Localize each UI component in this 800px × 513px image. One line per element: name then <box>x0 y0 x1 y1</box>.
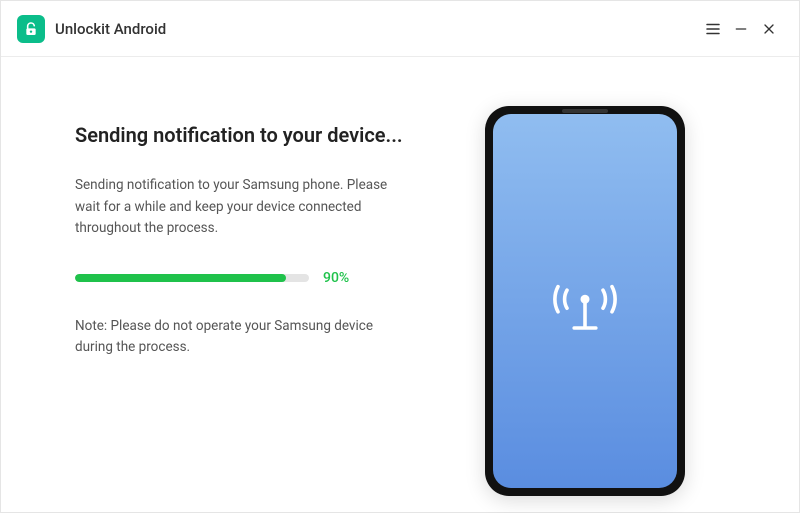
titlebar: Unlockit Android <box>1 1 799 57</box>
page-heading: Sending notification to your device... <box>75 123 435 147</box>
close-icon <box>761 21 777 37</box>
progress-track <box>75 274 309 282</box>
app-title: Unlockit Android <box>55 20 166 38</box>
signal-antenna-icon <box>540 256 630 346</box>
minimize-icon <box>733 21 749 37</box>
app-logo <box>17 15 45 43</box>
info-panel: Sending notification to your device... S… <box>75 101 435 472</box>
progress-bar: 90% <box>75 270 435 286</box>
phone-speaker <box>562 109 608 113</box>
progress-fill <box>75 274 286 282</box>
close-button[interactable] <box>755 15 783 43</box>
phone-screen <box>493 114 677 488</box>
phone-frame <box>485 106 685 496</box>
minimize-button[interactable] <box>727 15 755 43</box>
device-illustration <box>435 101 685 472</box>
description-text: Sending notification to your Samsung pho… <box>75 175 395 240</box>
unlock-icon <box>23 21 39 37</box>
main-content: Sending notification to your device... S… <box>1 57 799 512</box>
note-text: Note: Please do not operate your Samsung… <box>75 316 395 359</box>
menu-icon <box>704 20 722 38</box>
menu-button[interactable] <box>699 15 727 43</box>
progress-percent-label: 90% <box>323 270 349 286</box>
